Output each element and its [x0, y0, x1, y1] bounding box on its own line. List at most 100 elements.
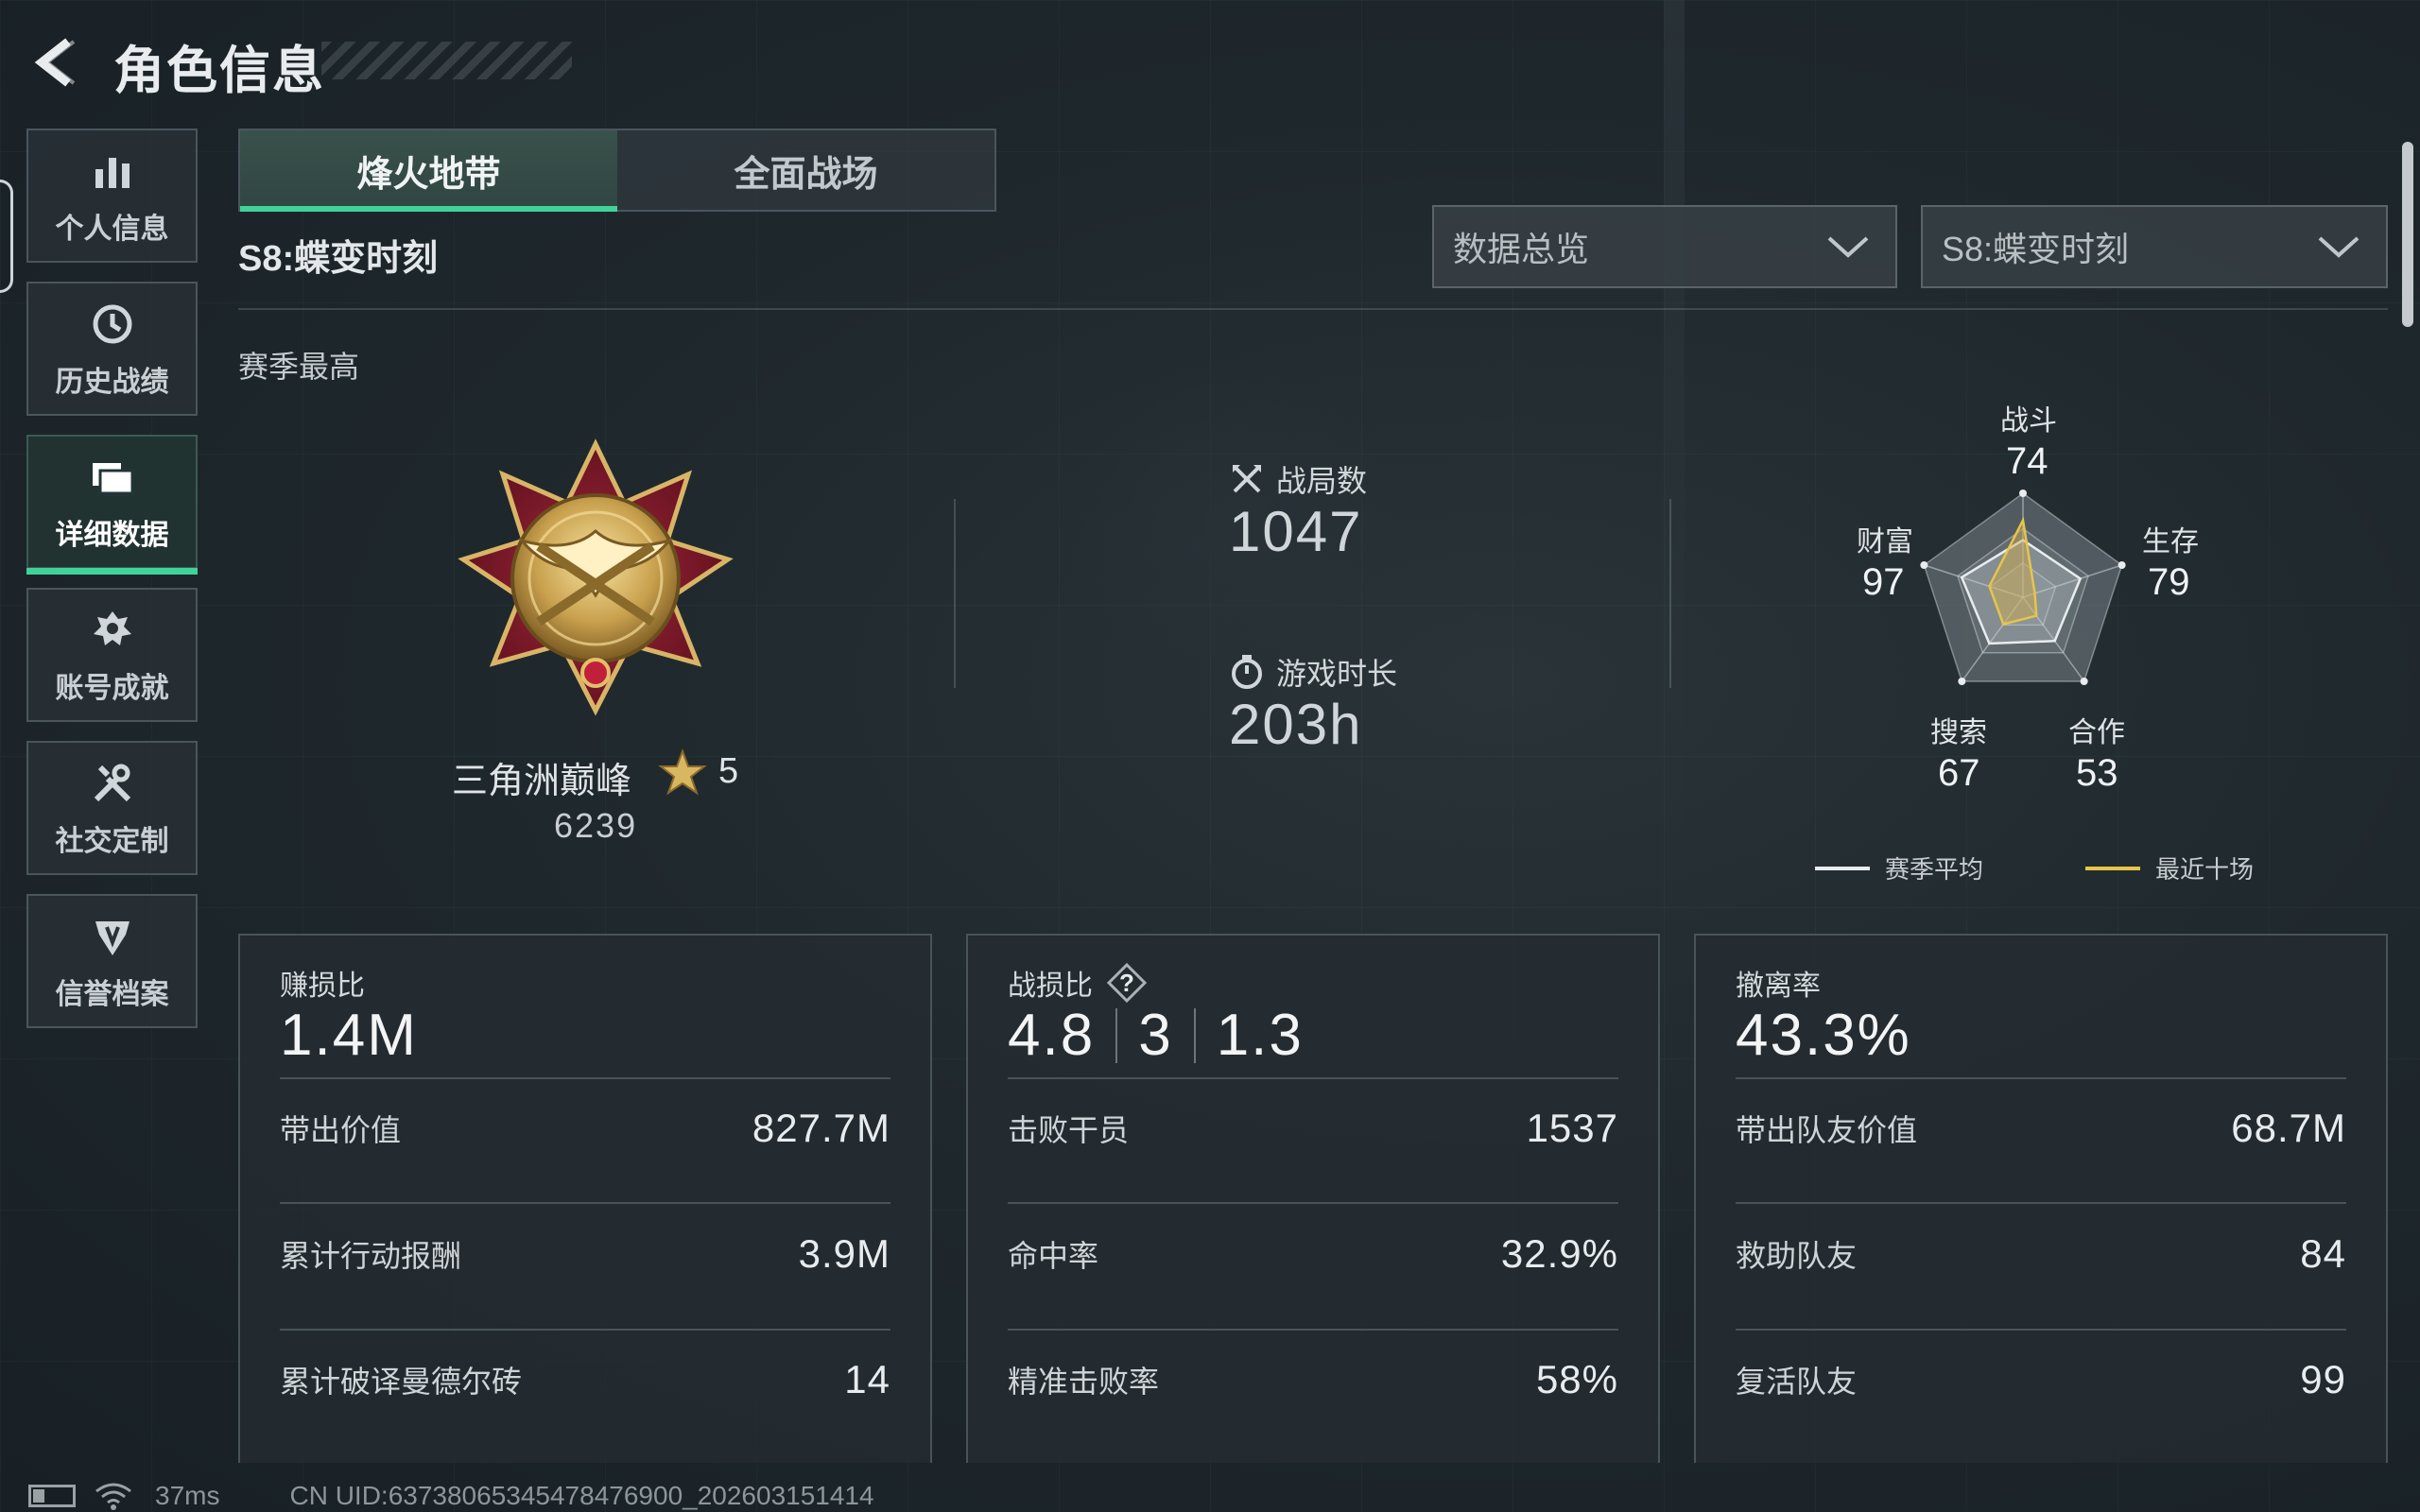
radar-chart [1920, 490, 2126, 685]
sidebar-item-detailed-data[interactable]: 详细数据 [26, 435, 198, 575]
scrollbar-track[interactable] [2401, 142, 2412, 1465]
sidebar-item-achievements[interactable]: 账号成就 [26, 588, 198, 722]
card-row: 带出队友价值 68.7M [1736, 1106, 2346, 1151]
playtime-label-text: 游戏时长 [1276, 657, 1398, 691]
card-profit-ratio: 赚损比 1.4M 带出价值 827.7M 累计行动报酬 3.9M 累计破译曼德尔… [238, 934, 932, 1463]
kd-value-1: 4.8 [1008, 1003, 1096, 1068]
sidebar-item-label: 信誉档案 [55, 979, 169, 1010]
matches-label-text: 战局数 [1276, 464, 1368, 498]
divider [954, 499, 956, 688]
stopwatch-icon [1229, 654, 1265, 690]
divider [1736, 1329, 2346, 1331]
help-icon[interactable]: ? [1106, 962, 1148, 1004]
scrollbar-thumb[interactable] [2402, 142, 2413, 327]
status-bar: 37ms CN UID:6373806534547847690​0_202603… [28, 1480, 874, 1512]
edge-handle[interactable] [0, 180, 13, 293]
chevron-down-icon [2318, 236, 2360, 258]
season-dropdown[interactable]: S8:蝶变时刻 [1921, 205, 2388, 288]
radar-vertex [1958, 677, 1966, 685]
row-value: 14 [844, 1357, 890, 1401]
row-value: 58% [1535, 1357, 1618, 1401]
legend-label: 最近十场 [2155, 855, 2255, 884]
radar-vertex [2118, 561, 2126, 570]
radar-vertex [1920, 561, 1928, 570]
card-head-label: 撤离率 [1736, 971, 1821, 1002]
season-title: S8:蝶变时刻 [238, 239, 439, 279]
svg-text:?: ? [1119, 969, 1134, 997]
row-value: 32.9% [1500, 1231, 1618, 1276]
background-tower [1664, 0, 1685, 850]
row-label: 击败干员 [1008, 1113, 1130, 1147]
wifi-icon [95, 1482, 132, 1510]
header: 角色信息 [0, 0, 756, 123]
radar-value-cooperation: 53 [2076, 752, 2118, 794]
card-row: 救助队友 84 [1736, 1231, 2346, 1277]
sidebar-item-history[interactable]: 历史战绩 [26, 282, 198, 416]
value-separator [1193, 1007, 1196, 1063]
card-row: 累计行动报酬 3.9M [280, 1231, 890, 1277]
rank-name: 三角洲巅峰 [452, 762, 632, 801]
ping-value: 37ms [155, 1481, 220, 1510]
matches-value: 1047 [1229, 500, 1363, 563]
row-label: 命中率 [1008, 1239, 1099, 1273]
tools-wrench-icon [86, 757, 139, 810]
radar-label-combat: 战斗 [2000, 405, 2057, 437]
row-label: 累计破译曼德尔砖 [280, 1365, 523, 1399]
divider [1008, 1329, 1618, 1331]
card-row: 复活队友 99 [1736, 1357, 2346, 1402]
card-row: 命中率 32.9% [1008, 1231, 1618, 1277]
sidebar: 个人信息 历史战绩 详细数据 账号成就 社交定制 信誉档案 [26, 129, 201, 1047]
star-icon [658, 748, 707, 796]
kd-value-2: 3 [1138, 1003, 1173, 1068]
bar-chart-icon [86, 145, 139, 198]
uid-text: CN UID:6373806534547847690​0_20260315141… [289, 1481, 874, 1510]
sidebar-item-reputation[interactable]: 信誉档案 [26, 894, 198, 1028]
sidebar-item-personal-info[interactable]: 个人信息 [26, 129, 198, 263]
radar-value-wealth: 97 [1862, 561, 1905, 603]
data-view-dropdown[interactable]: 数据总览 [1432, 205, 1897, 288]
radar-label-survival: 生存 [2142, 526, 2199, 558]
divider [1736, 1202, 2346, 1204]
legend-recent10: 最近十场 [2085, 850, 2254, 885]
back-arrow-icon [34, 38, 76, 87]
divider [1008, 1202, 1618, 1204]
kd-value-3: 1.3 [1216, 1003, 1304, 1068]
title-decoration [321, 42, 572, 79]
row-label: 精准击败率 [1008, 1365, 1160, 1399]
radar-vertex [2080, 677, 2088, 685]
card-row: 带出价值 827.7M [280, 1106, 890, 1151]
card-row: 精准击败率 58% [1008, 1357, 1618, 1402]
radar-value-combat: 74 [2006, 440, 2048, 482]
tab-warzone[interactable]: 烽火地带 [240, 130, 617, 212]
radar-label-wealth: 财富 [1857, 526, 1913, 558]
divider [1008, 1077, 1618, 1079]
sidebar-item-social-custom[interactable]: 社交定制 [26, 741, 198, 875]
matches-label: 战局数 [1229, 457, 1367, 501]
sidebar-item-label: 个人信息 [55, 214, 169, 245]
history-clock-icon [86, 298, 139, 351]
card-head-value: 43.3% [1736, 1003, 1911, 1068]
divider [280, 1329, 890, 1331]
card-row: 累计破译曼德尔砖 14 [280, 1357, 890, 1402]
playtime-value: 203h [1229, 693, 1363, 756]
divider [280, 1077, 890, 1079]
sidebar-item-label: 详细数据 [55, 520, 169, 551]
row-value: 1537 [1526, 1106, 1618, 1150]
row-label: 带出价值 [280, 1113, 402, 1147]
divider [1736, 1077, 2346, 1079]
card-kd-ratio: 战损比 ? 4.8 3 1.3 击败干员 1537 命中率 32.9% 精准击败… [966, 934, 1660, 1463]
back-button[interactable] [28, 36, 85, 89]
achievement-medal-icon [86, 604, 139, 657]
legend-swatch [2085, 866, 2140, 870]
crossed-swords-icon [1229, 461, 1265, 497]
row-value: 84 [2300, 1231, 2346, 1276]
radar-value-survival: 79 [2148, 561, 2190, 603]
row-label: 带出队友价值 [1736, 1113, 1918, 1147]
card-head-value: 4.8 3 1.3 [1008, 1002, 1304, 1069]
radar-vertex [2019, 490, 2027, 497]
season-high-label: 赛季最高 [238, 350, 360, 384]
tab-full-battlefield[interactable]: 全面战场 [617, 130, 994, 210]
dropdown-value: S8:蝶变时刻 [1942, 230, 2130, 268]
sidebar-item-label: 社交定制 [55, 826, 169, 857]
rank-badge-emblem [458, 438, 734, 716]
